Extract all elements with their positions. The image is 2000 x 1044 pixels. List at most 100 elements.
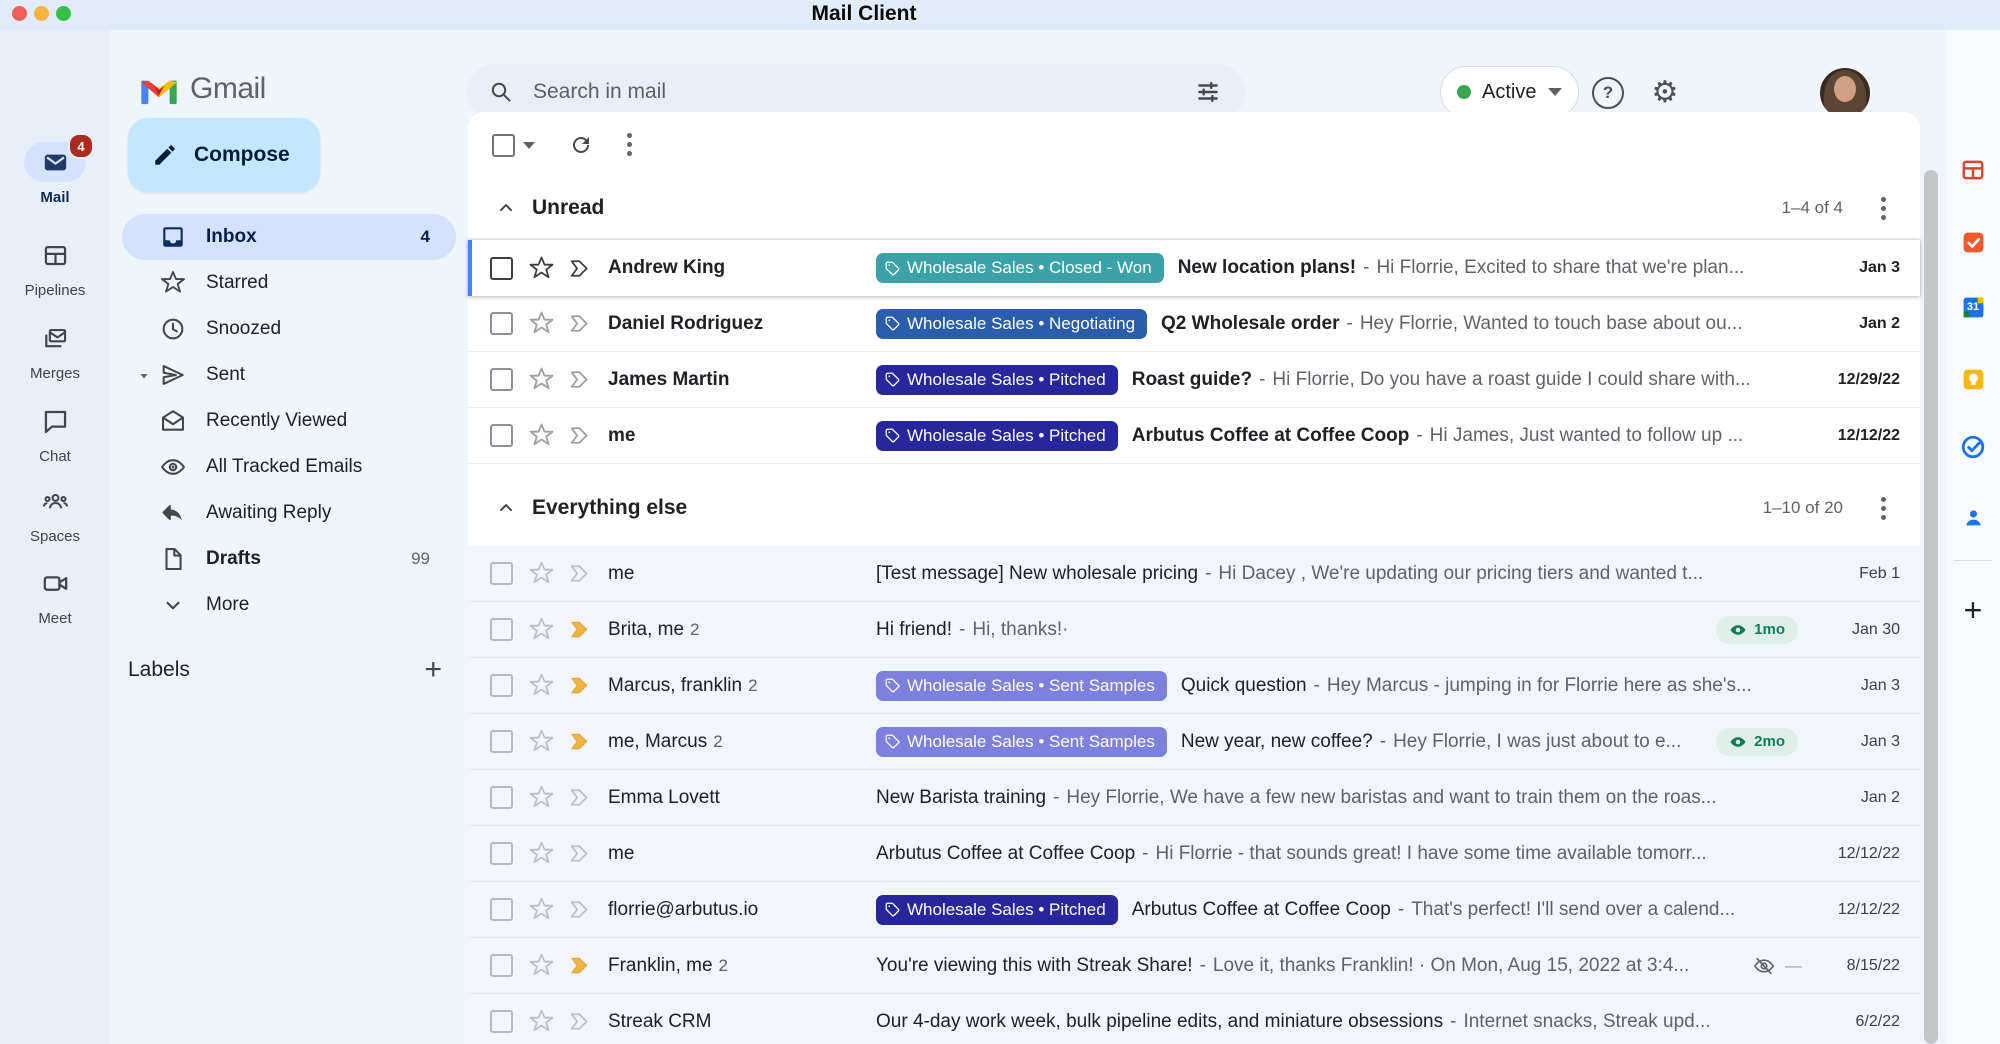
user-avatar[interactable]	[1820, 68, 1870, 118]
star-icon[interactable]	[528, 840, 555, 867]
row-checkbox[interactable]	[490, 618, 513, 641]
tasks-blue-icon[interactable]	[1959, 433, 1987, 461]
streak-box-icon[interactable]	[567, 256, 592, 281]
more-options-kebab-icon[interactable]	[627, 133, 632, 157]
settings-gear-icon[interactable]: ⚙	[1649, 77, 1681, 109]
row-checkbox[interactable]	[490, 954, 513, 977]
pipeline-stage-badge[interactable]: Wholesale Sales • Sent Samples	[876, 671, 1167, 701]
star-icon[interactable]	[528, 422, 555, 449]
calendar-icon[interactable]: 31	[1959, 293, 1987, 321]
row-checkbox[interactable]	[490, 424, 513, 447]
close-window-button[interactable]	[12, 6, 27, 21]
tasks-orange-icon[interactable]	[1959, 228, 1987, 256]
row-checkbox[interactable]	[490, 1010, 513, 1033]
streak-box-icon[interactable]	[567, 673, 592, 698]
star-icon[interactable]	[528, 366, 555, 393]
row-checkbox[interactable]	[490, 562, 513, 585]
sidebar-item-starred[interactable]: Starred	[122, 260, 456, 306]
star-icon[interactable]	[528, 952, 555, 979]
star-icon[interactable]	[528, 784, 555, 811]
streak-box-icon[interactable]	[567, 561, 592, 586]
section-kebab-icon[interactable]	[1881, 197, 1886, 220]
star-icon[interactable]	[528, 616, 555, 643]
pipeline-stage-badge[interactable]: Wholesale Sales • Negotiating	[876, 309, 1147, 339]
search-icon[interactable]	[489, 80, 513, 104]
star-icon[interactable]	[528, 896, 555, 923]
expand-caret-icon[interactable]	[138, 369, 150, 381]
star-icon[interactable]	[528, 255, 555, 282]
streak-pipelines-icon[interactable]	[1959, 156, 1987, 184]
rail-item-merges[interactable]: Merges	[0, 318, 110, 382]
sidebar-item-all-tracked-emails[interactable]: All Tracked Emails	[122, 444, 456, 490]
email-row[interactable]: Andrew KingWholesale Sales • Closed - Wo…	[468, 240, 1920, 296]
sidebar-item-inbox[interactable]: Inbox4	[122, 214, 456, 260]
email-row[interactable]: Emma LovettNew Barista training-Hey Flor…	[468, 770, 1920, 826]
streak-box-icon[interactable]	[567, 423, 592, 448]
list-scrollbar[interactable]	[1924, 170, 1938, 1044]
row-checkbox[interactable]	[490, 368, 513, 391]
rail-item-pipelines[interactable]: Pipelines	[0, 235, 110, 299]
star-icon[interactable]	[528, 728, 555, 755]
row-checkbox[interactable]	[490, 842, 513, 865]
streak-box-icon[interactable]	[567, 367, 592, 392]
keep-icon[interactable]	[1959, 365, 1987, 393]
rail-item-chat[interactable]: Chat	[0, 401, 110, 465]
email-row[interactable]: florrie@arbutus.ioWholesale Sales • Pitc…	[468, 882, 1920, 938]
pipeline-stage-badge[interactable]: Wholesale Sales • Pitched	[876, 421, 1118, 451]
contacts-icon[interactable]	[1959, 503, 1987, 531]
email-row[interactable]: meArbutus Coffee at Coffee Coop-Hi Florr…	[468, 826, 1920, 882]
row-checkbox[interactable]	[490, 257, 513, 280]
streak-box-icon[interactable]	[567, 311, 592, 336]
collapse-section-icon[interactable]	[496, 198, 516, 218]
streak-box-icon[interactable]	[567, 897, 592, 922]
streak-box-icon[interactable]	[567, 841, 592, 866]
streak-box-icon[interactable]	[567, 785, 592, 810]
email-row[interactable]: James MartinWholesale Sales • PitchedRoa…	[468, 352, 1920, 408]
pipeline-stage-badge[interactable]: Wholesale Sales • Pitched	[876, 365, 1118, 395]
row-checkbox[interactable]	[490, 730, 513, 753]
search-filters-icon[interactable]	[1195, 79, 1221, 105]
minimize-window-button[interactable]	[34, 6, 49, 21]
streak-box-icon[interactable]	[567, 1009, 592, 1034]
sidebar-item-snoozed[interactable]: Snoozed	[122, 306, 456, 352]
streak-box-icon[interactable]	[567, 729, 592, 754]
sidebar-item-drafts[interactable]: Drafts99	[122, 536, 456, 582]
help-icon[interactable]: ?	[1592, 77, 1624, 109]
section-kebab-icon[interactable]	[1881, 497, 1886, 520]
sidebar-item-more[interactable]: More	[122, 582, 456, 628]
email-row[interactable]: Marcus, franklin2Wholesale Sales • Sent …	[468, 658, 1920, 714]
maximize-window-button[interactable]	[56, 6, 71, 21]
rail-item-mail[interactable]: 4Mail	[0, 142, 110, 206]
star-icon[interactable]	[528, 560, 555, 587]
select-options-caret-icon[interactable]	[523, 142, 535, 149]
email-row[interactable]: Streak CRMOur 4-day work week, bulk pipe…	[468, 994, 1920, 1044]
select-all-checkbox[interactable]	[492, 134, 515, 157]
compose-button[interactable]: Compose	[128, 118, 320, 192]
google-apps-grid-icon[interactable]	[1707, 77, 1733, 103]
email-row[interactable]: meWholesale Sales • PitchedArbutus Coffe…	[468, 408, 1920, 464]
rail-item-meet[interactable]: Meet	[0, 563, 110, 627]
star-icon[interactable]	[528, 672, 555, 699]
row-checkbox[interactable]	[490, 786, 513, 809]
create-label-plus-icon[interactable]: +	[424, 655, 442, 685]
star-icon[interactable]	[528, 310, 555, 337]
collapse-section-icon[interactable]	[496, 498, 516, 518]
get-addons-plus-icon[interactable]: +	[1959, 596, 1987, 624]
streak-box-icon[interactable]	[567, 953, 592, 978]
star-icon[interactable]	[528, 1008, 555, 1035]
rail-item-spaces[interactable]: Spaces	[0, 481, 110, 545]
email-row[interactable]: me, Marcus2Wholesale Sales • Sent Sample…	[468, 714, 1920, 770]
row-checkbox[interactable]	[490, 312, 513, 335]
sidebar-item-sent[interactable]: Sent	[122, 352, 456, 398]
pipeline-stage-badge[interactable]: Wholesale Sales • Closed - Won	[876, 253, 1164, 283]
email-row[interactable]: Daniel RodriguezWholesale Sales • Negoti…	[468, 296, 1920, 352]
row-checkbox[interactable]	[490, 898, 513, 921]
pipeline-stage-badge[interactable]: Wholesale Sales • Pitched	[876, 895, 1118, 925]
pipeline-stage-badge[interactable]: Wholesale Sales • Sent Samples	[876, 727, 1167, 757]
email-row[interactable]: Franklin, me2You're viewing this with St…	[468, 938, 1920, 994]
sidebar-item-awaiting-reply[interactable]: Awaiting Reply	[122, 490, 456, 536]
row-checkbox[interactable]	[490, 674, 513, 697]
search-input[interactable]	[531, 79, 1195, 105]
email-row[interactable]: me[Test message] New wholesale pricing-H…	[468, 546, 1920, 602]
streak-status-dropdown[interactable]: Active	[1440, 66, 1579, 118]
